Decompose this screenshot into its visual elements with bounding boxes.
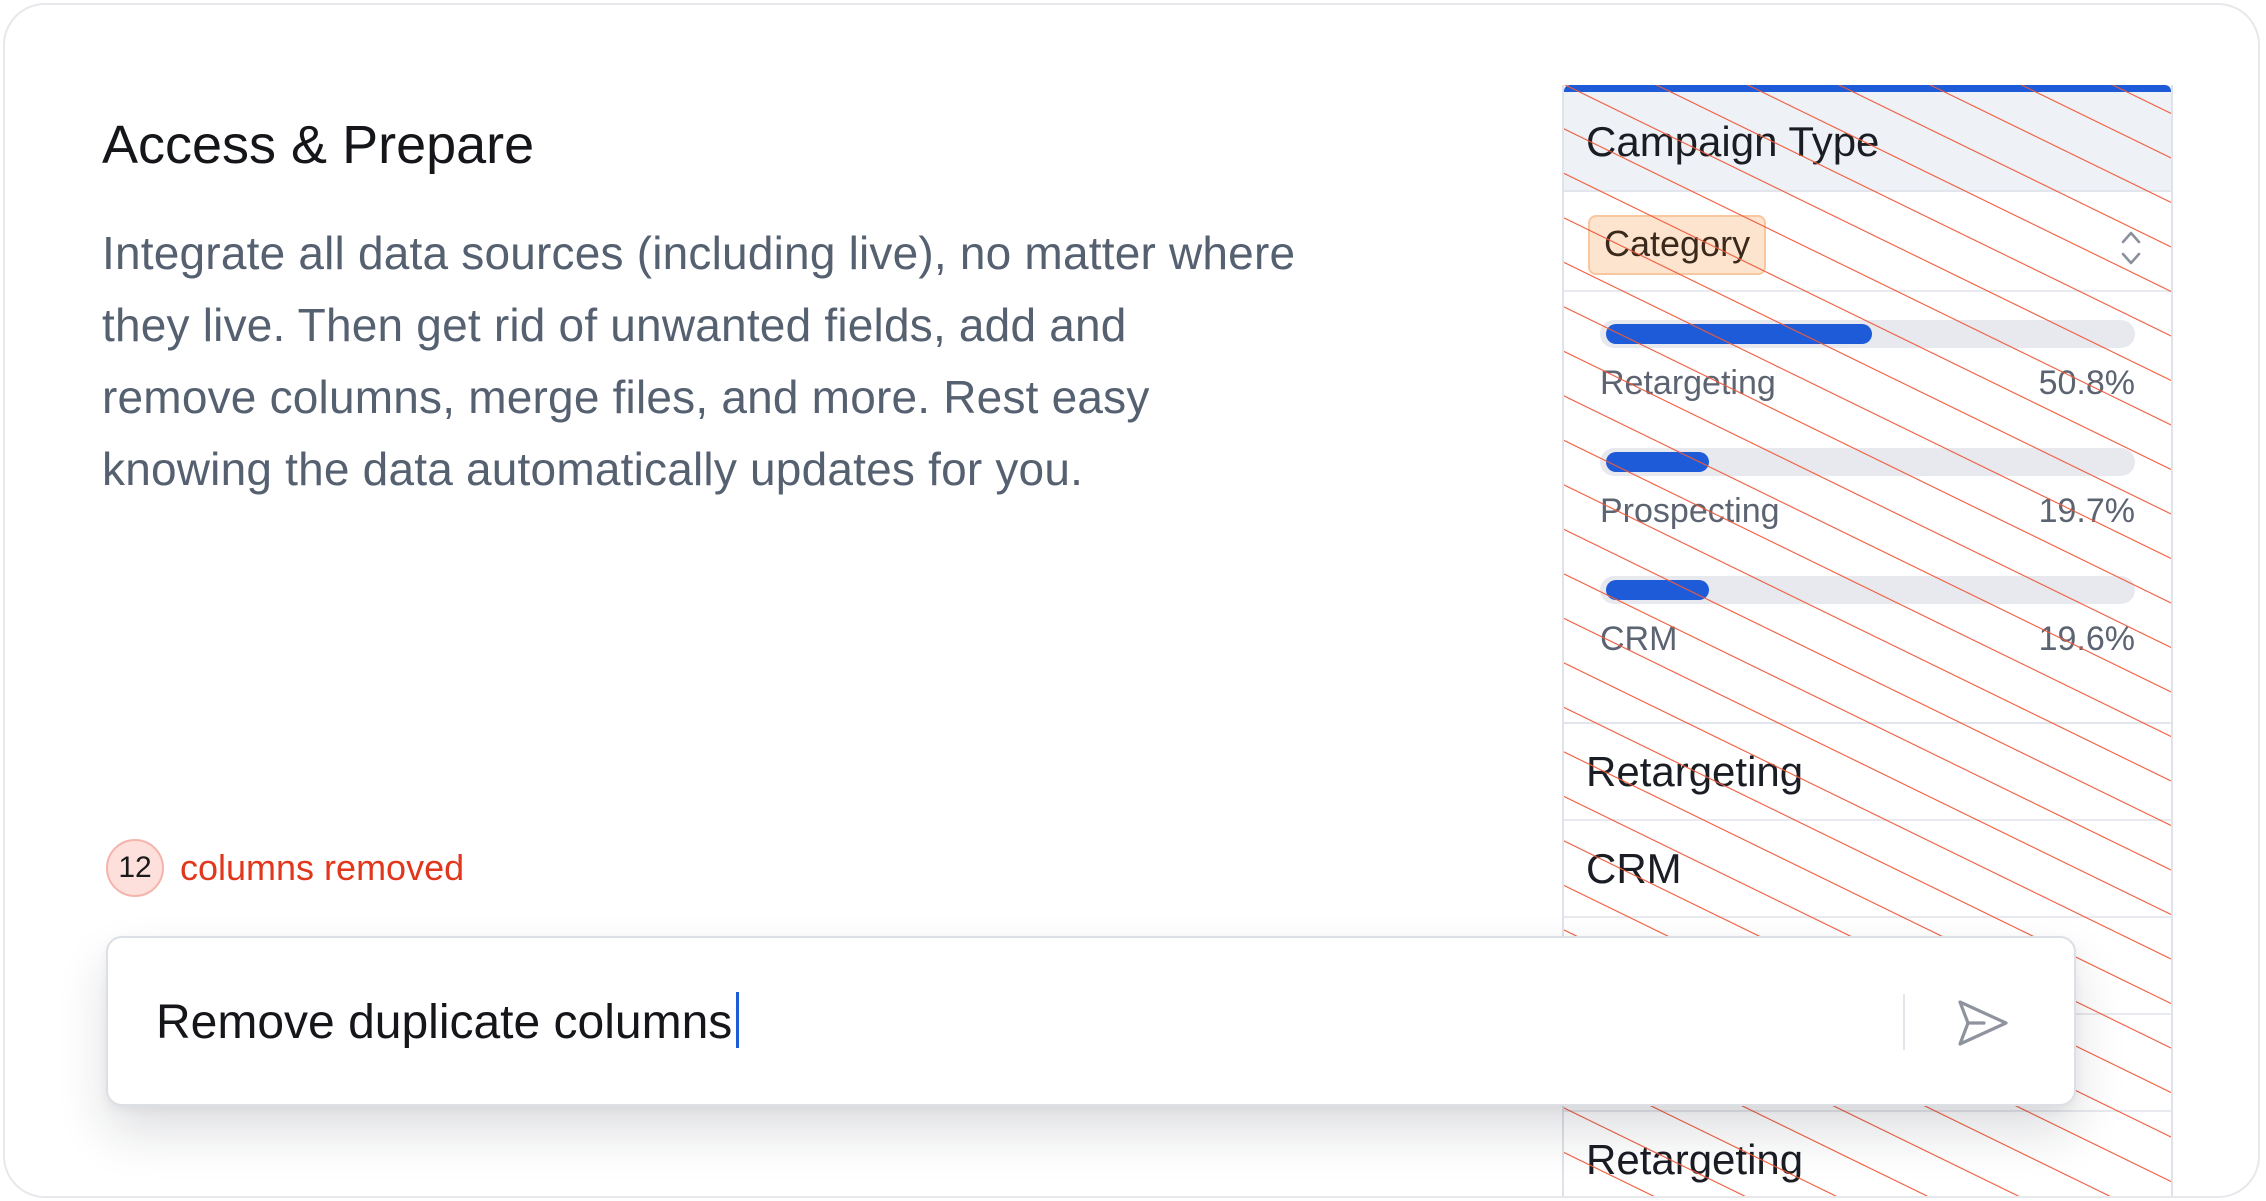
description-line: Integrate all data sources (including li… — [102, 227, 1296, 279]
column-stats: Retargeting 50.8% Prospecting 19.7% CRM … — [1564, 292, 2171, 724]
stat-bar-track — [1600, 320, 2135, 348]
stat-bar-track — [1600, 576, 2135, 604]
stat-label: Prospecting — [1600, 492, 1780, 530]
cell-value: Retargeting — [1586, 748, 1804, 795]
prompt-divider — [1903, 994, 1905, 1050]
column-type-badge: Category — [1588, 215, 1767, 275]
stat-value: 19.6% — [2038, 620, 2135, 658]
description-line: knowing the data automatically updates f… — [102, 443, 1084, 495]
description-line: they live. Then get rid of unwanted fiel… — [102, 299, 1127, 351]
cell-value: Retargeting — [1586, 1136, 1804, 1183]
stat-label: CRM — [1600, 620, 1678, 658]
column-header-label: Campaign Type — [1586, 118, 1880, 165]
section-title: Access & Prepare — [102, 115, 535, 175]
column-type-row: Category — [1564, 192, 2171, 292]
column-header[interactable]: Campaign Type — [1564, 92, 2171, 192]
column-accent-bar — [1564, 85, 2171, 92]
prompt-text[interactable]: Remove duplicate columns — [156, 992, 740, 1053]
column-cell: Retargeting — [1564, 724, 2171, 821]
feature-card: Access & Prepare Integrate all data sour… — [3, 3, 2260, 1198]
stat-value: 50.8% — [2038, 364, 2135, 402]
section-description: Integrate all data sources (including li… — [102, 217, 1482, 505]
stat-row: Prospecting 19.7% — [1600, 448, 2135, 548]
removed-count-label: columns removed — [180, 847, 465, 888]
send-icon[interactable] — [1950, 990, 2016, 1056]
stat-bar-track — [1600, 448, 2135, 476]
description-line: remove columns, merge files, and more. R… — [102, 371, 1150, 423]
stat-row: Retargeting 50.8% — [1600, 320, 2135, 420]
prompt-input[interactable]: Remove duplicate columns — [106, 936, 2076, 1106]
stat-value: 19.7% — [2038, 492, 2135, 530]
prompt-value: Remove duplicate columns — [156, 996, 733, 1049]
stat-bar-fill — [1606, 324, 1872, 344]
stat-bar-fill — [1606, 452, 1709, 472]
sort-updown-icon[interactable] — [2119, 228, 2143, 268]
column-cell: CRM — [1564, 821, 2171, 918]
stat-label: Retargeting — [1600, 364, 1776, 402]
removed-count-badge: 12 — [106, 839, 164, 897]
stat-row: CRM 19.6% — [1600, 576, 2135, 676]
cell-value: CRM — [1586, 845, 1682, 892]
column-cell: Retargeting — [1564, 1112, 2171, 1196]
text-caret — [736, 992, 740, 1048]
stat-bar-fill — [1606, 580, 1709, 600]
